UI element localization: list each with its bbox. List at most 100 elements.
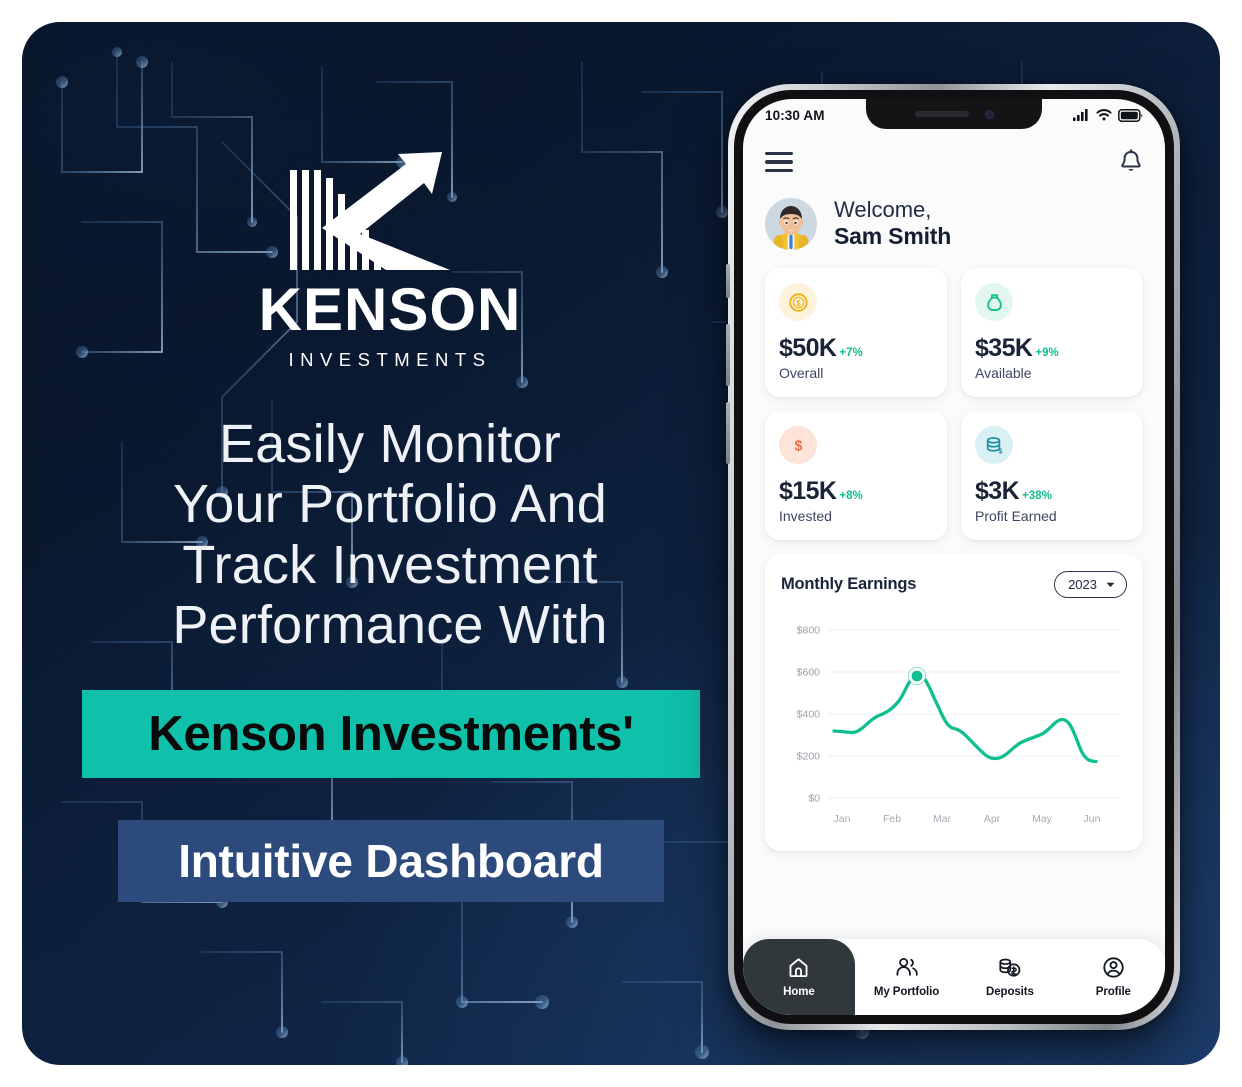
svg-text:Apr: Apr — [984, 813, 1001, 825]
stat-amount-row: $35K +9% — [975, 334, 1129, 363]
brand-name: KENSON — [258, 276, 522, 343]
stats-card-grid: $ $50K +7% Overall $35K +9% Available $ … — [765, 268, 1143, 541]
chart-gridlines — [828, 629, 1120, 799]
chevron-down-icon — [1106, 582, 1115, 587]
poster-canvas: KENSON INVESTMENTS Easily Monitor Your P… — [22, 22, 1220, 1065]
svg-text:$400: $400 — [797, 709, 821, 721]
wifi-icon — [1096, 109, 1112, 121]
chart-line-series — [832, 674, 1098, 764]
phone-notch — [866, 99, 1042, 129]
highlight-band-teal: Kenson Investments' — [82, 690, 700, 778]
svg-text:$0: $0 — [808, 793, 820, 805]
monthly-earnings-chart-card: Monthly Earnings 2023 $800 $600 $400 $20… — [765, 554, 1143, 852]
stat-change: +7% — [839, 347, 863, 360]
svg-text:Feb: Feb — [883, 813, 901, 825]
battery-full-icon — [1118, 108, 1143, 122]
svg-text:Mar: Mar — [933, 813, 952, 825]
brand-tagline: INVESTMENTS — [288, 349, 492, 370]
hamburger-menu-icon[interactable] — [765, 152, 793, 172]
stat-amount-row: $50K +7% — [779, 334, 933, 363]
chart-peak-marker[interactable] — [911, 670, 923, 682]
status-time: 10:30 AM — [765, 107, 825, 123]
svg-text:Jun: Jun — [1084, 813, 1101, 825]
highlight-text-navy: Intuitive Dashboard — [178, 835, 604, 887]
avatar-illustration — [765, 197, 817, 250]
svg-text:May: May — [1032, 813, 1053, 825]
welcome-text: Welcome, Sam Smith — [834, 197, 951, 250]
marketing-headline: Easily Monitor Your Portfolio And Track … — [62, 414, 718, 656]
stat-amount: $35K — [975, 334, 1033, 363]
coin-stack-dollar-icon: $ — [975, 426, 1013, 465]
home-icon — [789, 958, 808, 978]
stat-amount-row: $3K +38% — [975, 477, 1129, 506]
stat-label: Available — [975, 365, 1032, 382]
stat-card-profit-earned[interactable]: $ $3K +38% Profit Earned — [961, 411, 1143, 541]
stat-card-invested[interactable]: $ $15K +8% Invested — [765, 411, 947, 541]
stat-card-overall[interactable]: $ $50K +7% Overall — [765, 268, 947, 398]
money-bag-icon — [975, 283, 1013, 322]
stat-amount: $3K — [975, 477, 1020, 506]
nav-item-deposits[interactable]: Deposits — [958, 939, 1061, 1015]
dollar-sign-icon: $ — [779, 426, 817, 465]
app-top-bar — [765, 145, 1143, 179]
chart-header: Monthly Earnings 2023 — [781, 571, 1127, 599]
bottom-navigation-bar: Home My Portfolio Deposits Profile — [743, 939, 1165, 1015]
stat-card-available[interactable]: $35K +9% Available — [961, 268, 1143, 398]
stat-change: +8% — [839, 490, 863, 503]
welcome-section: Welcome, Sam Smith — [765, 197, 1143, 250]
nav-item-home[interactable]: Home — [743, 939, 855, 1015]
welcome-greeting: Welcome, — [834, 197, 932, 222]
nav-label-home: Home — [783, 986, 815, 998]
app-content: Welcome, Sam Smith $ $50K +7% Overall $3… — [743, 99, 1165, 1015]
earpiece-speaker — [914, 111, 969, 117]
stat-label: Overall — [779, 365, 824, 382]
svg-text:$: $ — [794, 438, 802, 454]
headline-line-2: Your Portfolio And — [173, 474, 607, 535]
svg-text:$: $ — [796, 299, 801, 308]
stat-amount-row: $15K +8% — [779, 477, 933, 506]
phone-mute-button[interactable] — [726, 264, 730, 298]
svg-text:$600: $600 — [797, 667, 821, 679]
nav-item-my-portfolio[interactable]: My Portfolio — [855, 939, 958, 1015]
phone-screen: 10:30 AM Welcome, Sam Smith $ $50K +7% O… — [743, 99, 1165, 1015]
chart-title: Monthly Earnings — [781, 575, 917, 594]
welcome-username: Sam Smith — [834, 222, 952, 249]
headline-line-1: Easily Monitor — [219, 414, 561, 474]
bell-icon[interactable] — [1119, 149, 1143, 175]
coins-icon — [999, 958, 1021, 977]
svg-text:$200: $200 — [797, 751, 821, 763]
nav-label-deposits: Deposits — [986, 986, 1034, 998]
headline-line-4: Performance With — [172, 595, 608, 656]
stat-label: Profit Earned — [975, 508, 1057, 525]
brand-logo: KENSON INVESTMENTS — [210, 150, 570, 371]
profile-circle-icon — [1103, 957, 1124, 978]
phone-bezel: 10:30 AM Welcome, Sam Smith $ $50K +7% O… — [734, 90, 1174, 1024]
kenson-arrow-bars-logo-icon — [290, 152, 450, 270]
earnings-line-chart: $800 $600 $400 $200 $0 Jan Feb Mar Apr M… — [797, 625, 1120, 825]
nav-label-my-portfolio: My Portfolio — [873, 986, 940, 998]
svg-text:Jan: Jan — [834, 813, 851, 825]
phone-volume-down-button[interactable] — [726, 402, 730, 464]
front-camera-icon — [984, 109, 994, 119]
stat-amount: $50K — [779, 334, 837, 363]
user-avatar-3d[interactable] — [765, 197, 817, 250]
svg-text:$800: $800 — [797, 625, 821, 637]
nav-item-profile[interactable]: Profile — [1062, 939, 1165, 1015]
gold-coin-dollar-icon: $ — [779, 283, 817, 322]
phone-mockup: 10:30 AM Welcome, Sam Smith $ $50K +7% O… — [726, 84, 1180, 1030]
year-dropdown[interactable]: 2023 — [1054, 571, 1127, 599]
year-value: 2023 — [1068, 577, 1097, 593]
people-icon — [896, 958, 918, 976]
stat-change: +9% — [1035, 347, 1059, 360]
cellular-signal-icon — [1073, 109, 1088, 121]
phone-volume-up-button[interactable] — [726, 324, 730, 386]
svg-text:$: $ — [998, 446, 1002, 455]
highlight-band-navy: Intuitive Dashboard — [118, 820, 664, 902]
headline-line-3: Track Investment — [182, 534, 598, 595]
stat-change: +38% — [1022, 490, 1052, 503]
stat-label: Invested — [779, 508, 832, 525]
chart-y-axis-labels: $800 $600 $400 $200 $0 — [797, 625, 821, 805]
stat-amount: $15K — [779, 477, 837, 506]
nav-label-profile: Profile — [1095, 986, 1131, 998]
highlight-text-teal: Kenson Investments' — [148, 707, 634, 761]
